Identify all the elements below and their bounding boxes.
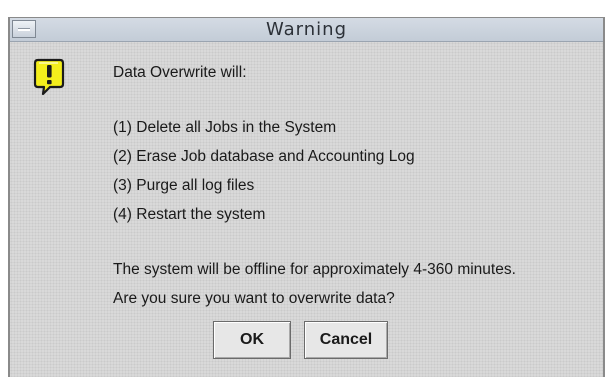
window-title: Warning [265,19,347,40]
warning-icon [33,58,65,96]
warning-dialog: Warning Data Overwrite will: (1) Delete … [8,17,605,377]
title-bar[interactable]: Warning [10,18,603,42]
cancel-button[interactable]: Cancel [304,321,388,359]
message-item-3: (3) Purge all log files [113,177,255,194]
confirm-question: Are you sure you want to overwrite data? [113,290,395,307]
message-item-1: (1) Delete all Jobs in the System [113,119,337,136]
message-intro: Data Overwrite will: [113,64,247,81]
offline-note: The system will be offline for approxima… [113,261,516,278]
message-item-4: (4) Restart the system [113,206,266,223]
ok-button[interactable]: OK [213,321,291,359]
message-item-2: (2) Erase Job database and Accounting Lo… [113,148,415,165]
